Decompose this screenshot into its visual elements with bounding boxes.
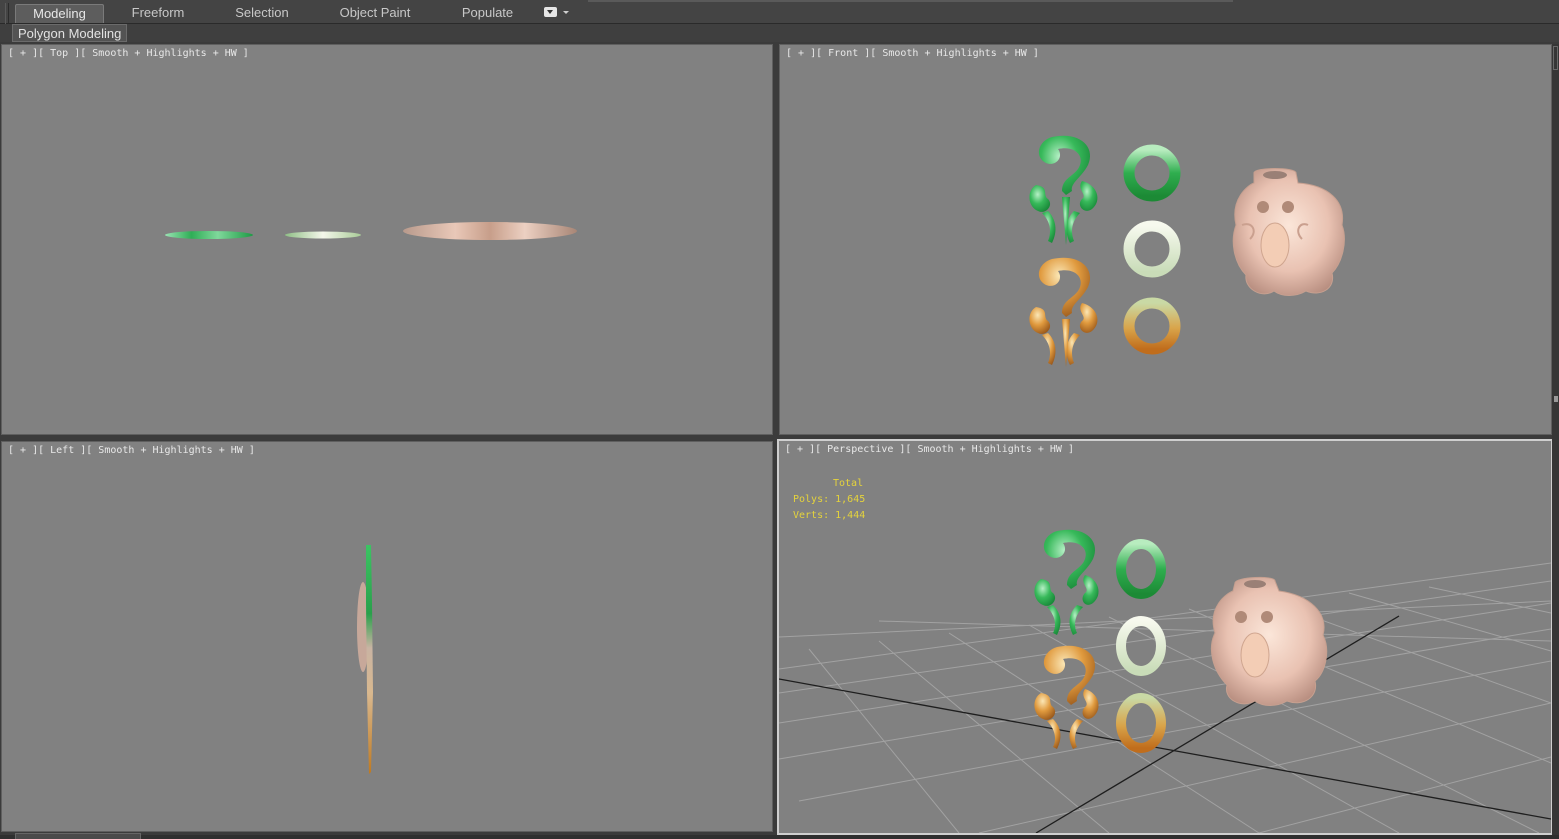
tab-selection[interactable]: Selection [222, 4, 302, 23]
tab-freeform[interactable]: Freeform [118, 4, 198, 23]
scroll-marker [1554, 396, 1558, 402]
viewport-perspective[interactable]: [ + ][ Perspective ][ Smooth + Highlight… [777, 439, 1553, 835]
right-scroll-edge[interactable] [1552, 44, 1559, 839]
chevron-down-icon [563, 11, 569, 14]
tab-populate[interactable]: Populate [450, 4, 525, 23]
stats-total-label: Total [833, 478, 864, 489]
front-green-ring[interactable] [1123, 144, 1181, 202]
scene-statistics: Total Polys: 1,645 Verts: 1,444 [793, 476, 865, 524]
top-view-objects [165, 222, 577, 240]
viewport-left[interactable]: [ + ][ Left ][ Smooth + Highlights + HW … [1, 441, 773, 832]
top-pink-plaque[interactable] [403, 222, 577, 240]
front-amber-ring[interactable] [1123, 297, 1181, 355]
tab-object-paint[interactable]: Object Paint [330, 4, 420, 23]
stats-verts: Verts: 1,444 [793, 510, 866, 521]
persp-amber-ring[interactable] [1116, 693, 1166, 753]
top-green-pendant[interactable] [165, 231, 253, 239]
grid-axis-x [779, 678, 1551, 820]
front-amber-pendant[interactable] [1029, 257, 1098, 367]
viewport-label-perspective[interactable]: [ + ][ Perspective ][ Smooth + Highlight… [785, 444, 1074, 455]
ribbon-top-edge [588, 0, 1233, 2]
viewport-front[interactable]: [ + ][ Front ][ Smooth + Highlights + HW… [779, 44, 1552, 435]
perspective-grid-and-objects [779, 529, 1551, 833]
persp-amber-pendant[interactable] [1034, 645, 1099, 749]
stats-polys: Polys: 1,645 [793, 494, 866, 505]
ribbon-options-dropdown[interactable] [544, 7, 570, 19]
perspective-grid [779, 562, 1551, 833]
viewport-top[interactable]: [ + ][ Top ][ Smooth + Highlights + HW ] [1, 44, 773, 435]
dropdown-toggle-icon [544, 7, 557, 17]
ribbon-tab-bar: Modeling Freeform Selection Object Paint… [0, 0, 1559, 39]
scroll-notch[interactable] [1553, 46, 1558, 70]
front-view-objects [1029, 135, 1345, 367]
bottom-panel-tab[interactable] [15, 833, 141, 839]
bottom-strip [0, 835, 1559, 839]
left-stacked-pendants[interactable] [366, 545, 373, 774]
front-white-ring[interactable] [1123, 220, 1181, 278]
persp-green-ring[interactable] [1116, 539, 1166, 599]
persp-green-pendant[interactable] [1034, 529, 1099, 635]
front-green-pendant[interactable] [1029, 135, 1098, 245]
left-view-objects [357, 545, 373, 774]
top-white-ring[interactable] [285, 231, 361, 239]
panel-polygon-modeling[interactable]: Polygon Modeling [12, 24, 128, 42]
ribbon-panel-strip: Polygon Modeling [0, 24, 1559, 42]
front-pink-plaque[interactable] [1232, 168, 1345, 296]
tab-modeling[interactable]: Modeling [15, 4, 104, 23]
